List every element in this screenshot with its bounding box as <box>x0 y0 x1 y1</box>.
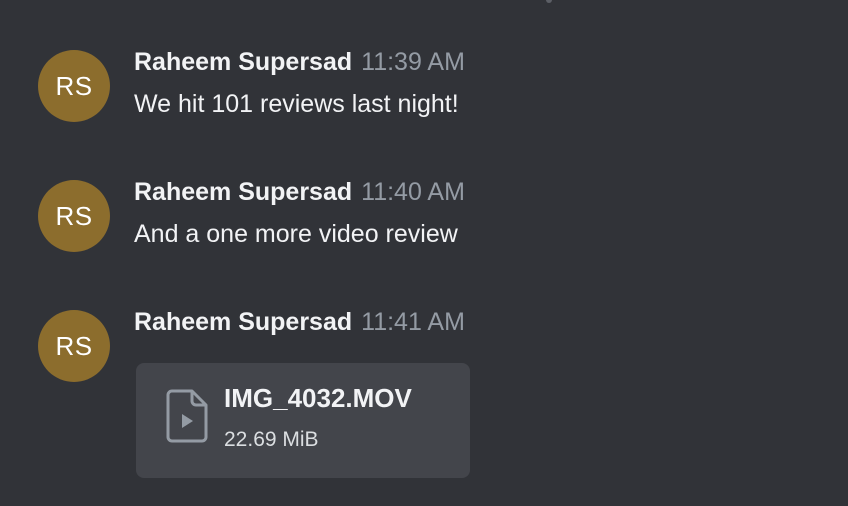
chat-message: RS Raheem Supersad 11:41 AM <box>0 260 848 382</box>
attachment-file-name[interactable]: IMG_4032.MOV <box>224 385 412 411</box>
author-name[interactable]: Raheem Supersad <box>134 48 352 76</box>
message-header: Raheem Supersad 11:40 AM <box>134 180 465 205</box>
message-text: We hit 101 reviews last night! <box>134 90 459 118</box>
author-name[interactable]: Raheem Supersad <box>134 308 352 336</box>
chat-message: RS Raheem Supersad 11:39 AM We hit 101 re… <box>0 0 848 122</box>
message-timestamp: 11:40 AM <box>361 178 465 206</box>
message-text: And a one more video review <box>134 220 458 248</box>
author-name[interactable]: Raheem Supersad <box>134 178 352 206</box>
video-file-icon <box>166 389 208 443</box>
message-timestamp: 11:41 AM <box>361 308 465 336</box>
message-header: Raheem Supersad 11:41 AM <box>134 310 465 335</box>
message-timestamp: 11:39 AM <box>361 48 465 76</box>
file-attachment[interactable]: IMG_4032.MOV 22.69 MiB <box>136 363 470 478</box>
avatar[interactable]: RS <box>38 310 110 382</box>
attachment-file-size: 22.69 MiB <box>224 428 319 451</box>
message-header: Raheem Supersad 11:39 AM <box>134 50 465 75</box>
avatar[interactable]: RS <box>38 180 110 252</box>
chat-message: RS Raheem Supersad 11:40 AM And a one mor… <box>0 130 848 252</box>
avatar[interactable]: RS <box>38 50 110 122</box>
